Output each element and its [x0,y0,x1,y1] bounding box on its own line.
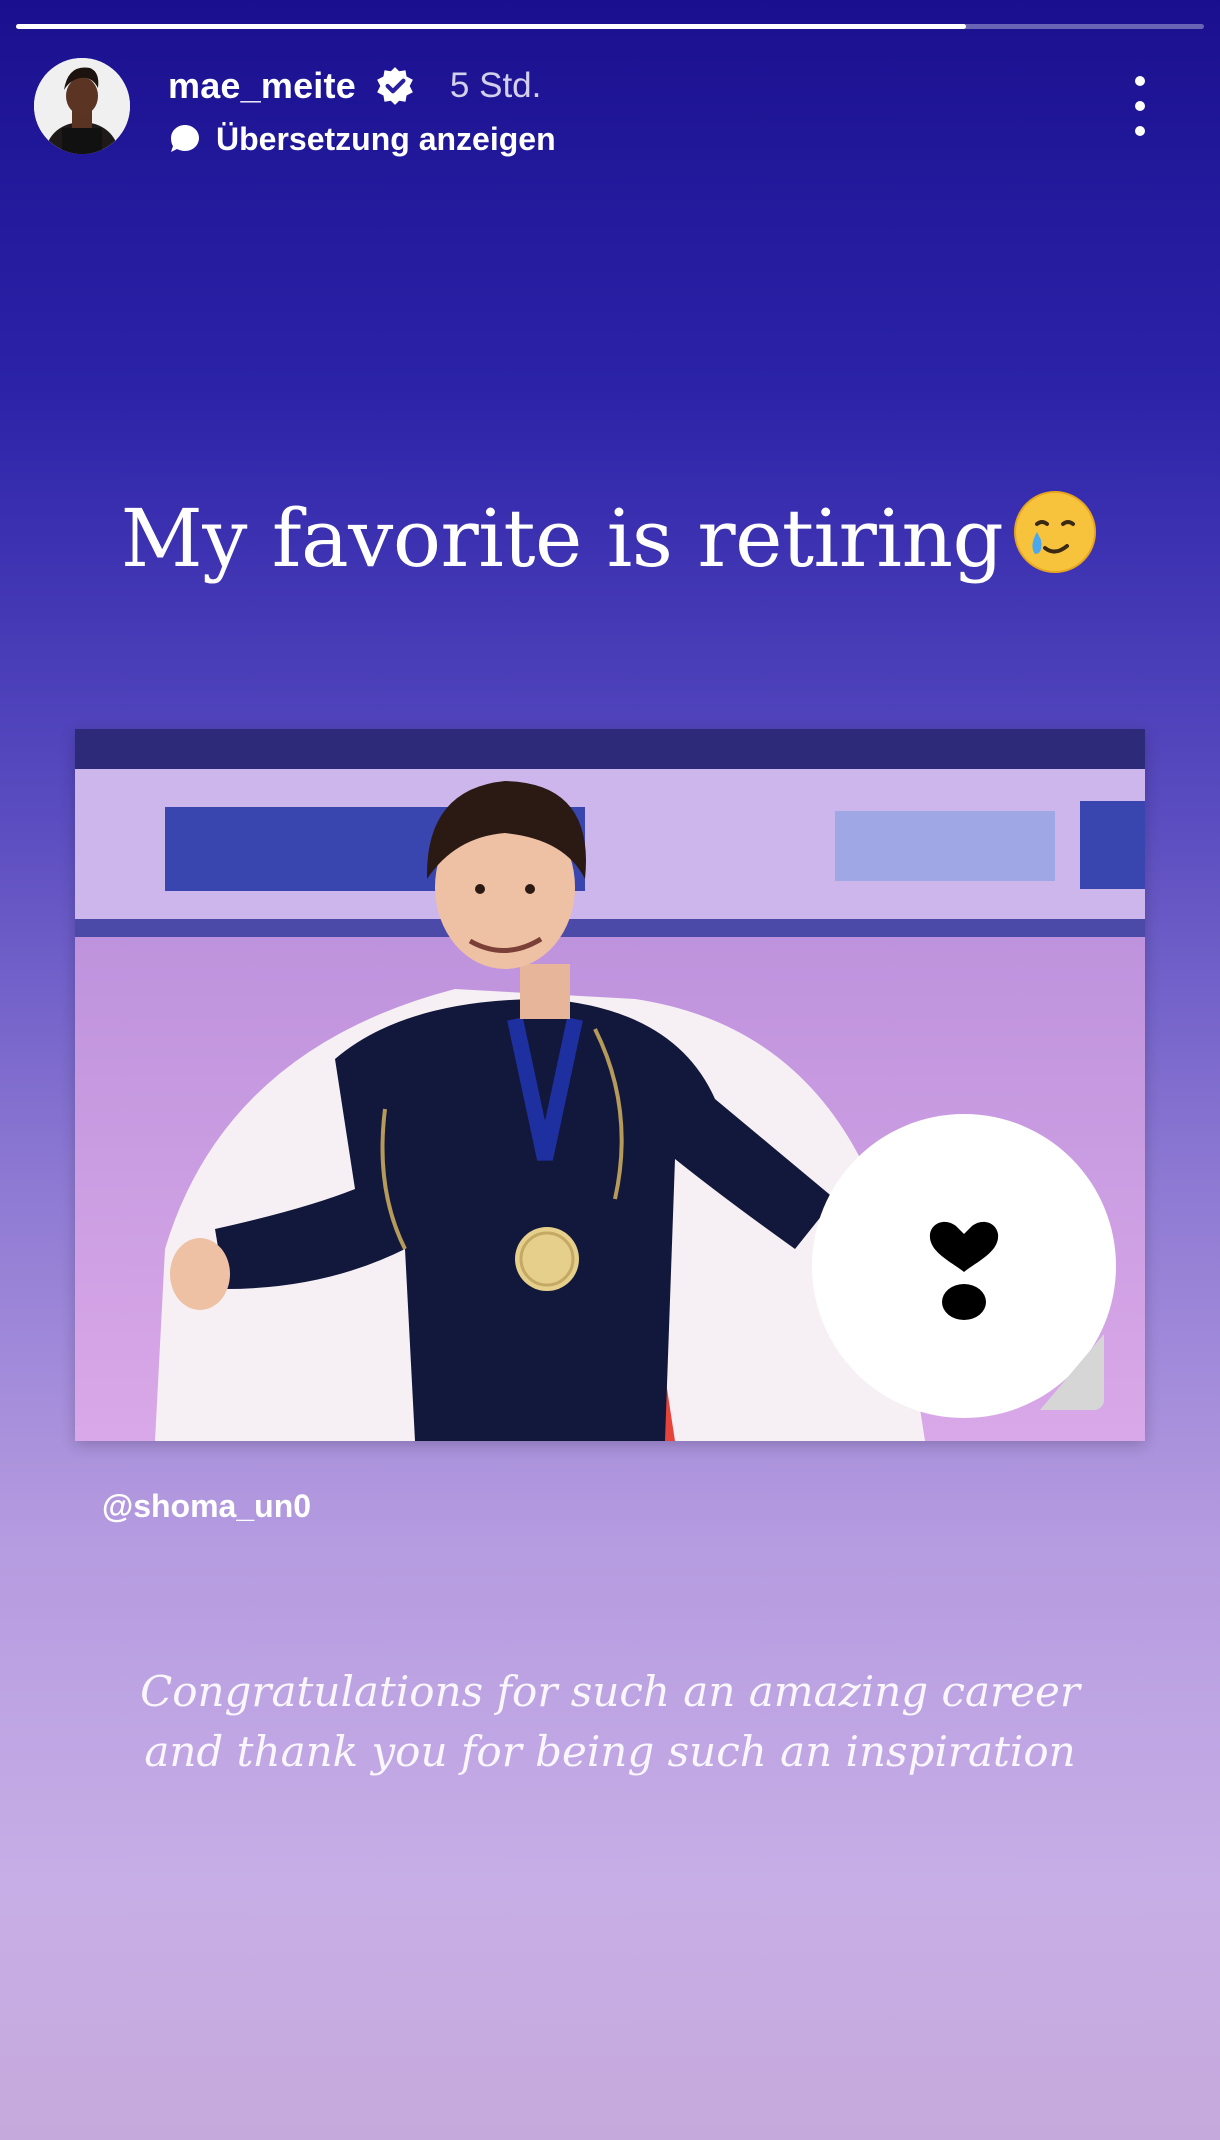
headline-label: My favorite is retiring [120,492,1004,585]
chat-bubble-icon [171,125,199,152]
story-progress-fill [16,24,967,29]
post-time: 5 Std. [449,66,542,105]
headline-text: My favorite is retiring [0,488,1220,589]
translate-label: Übersetzung anzeigen [216,120,556,157]
verified-badge-icon [377,67,413,105]
story-progress-bar [16,24,1204,29]
heart-drop-sticker-icon [929,1221,999,1320]
avatar[interactable] [34,58,130,154]
mention-tag[interactable]: @shoma_un0 [102,1488,311,1525]
translate-button[interactable]: Übersetzung anzeigen [168,114,556,164]
story-header: mae_meite 5 Std. Übersetzung anzeigen [34,58,1190,158]
caption-line-2: and thank you for being such an inspirat… [144,1727,1076,1776]
reaction-sticker[interactable] [812,1114,1116,1418]
smiling-face-with-tear-emoji [1014,491,1097,573]
caption-text: Congratulations for such an amazing care… [0,1662,1220,1782]
more-vertical-icon[interactable] [1120,76,1160,136]
username[interactable]: mae_meite [168,65,356,107]
caption-line-1: Congratulations for such an amazing care… [140,1667,1080,1716]
